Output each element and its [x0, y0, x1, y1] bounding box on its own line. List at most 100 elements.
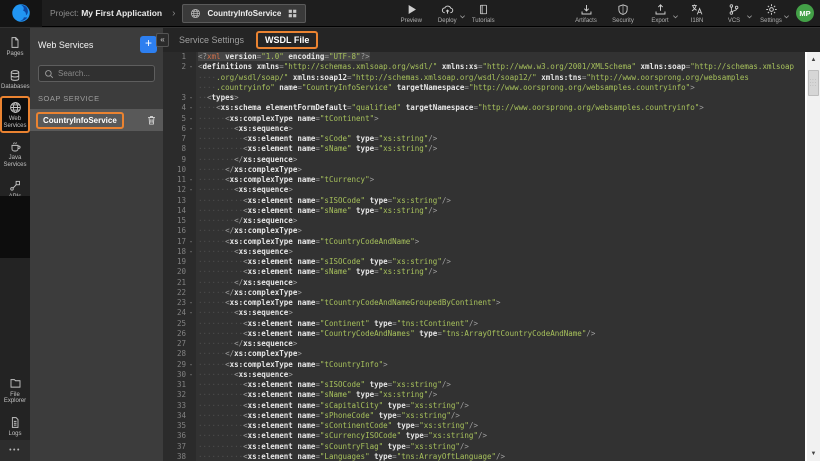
wsdl-code-editor[interactable]: 1<?xml version="1.0" encoding="UTF-8"?>2… — [163, 52, 807, 461]
sidebar-item-label: File Explorer — [1, 392, 29, 405]
code-row: ····.countryinfo" name="CountryInfoServi… — [163, 83, 807, 93]
sidebar-item-label: Web Services — [1, 116, 29, 129]
code-row: 11-······<xs:complexType name="tCurrency… — [163, 175, 807, 185]
fold-marker[interactable]: - — [186, 93, 196, 103]
deploy-icon — [440, 3, 455, 16]
editor-scrollbar[interactable]: ▲ ········· ▼ — [805, 52, 820, 461]
topbar-action-security[interactable]: Security — [606, 3, 640, 24]
service-list-item-countryinfoservice[interactable]: CountryInfoService — [30, 109, 163, 131]
fold-marker — [186, 339, 196, 349]
fold-marker[interactable]: - — [186, 62, 196, 72]
fold-marker — [186, 380, 196, 390]
sidebar-item-label: Databases — [1, 84, 29, 91]
sidebar-item-databases[interactable]: Databases — [1, 65, 29, 94]
nav-divider-block — [0, 196, 30, 258]
line-number: 38 — [163, 452, 186, 461]
api-icon — [9, 179, 21, 192]
topbar-action-vcs[interactable]: VCS — [717, 3, 751, 24]
line-number: 17 — [163, 237, 186, 247]
fold-marker[interactable]: - — [186, 175, 196, 185]
delete-service-icon[interactable] — [146, 114, 157, 126]
sidebar-item-logs[interactable]: Logs — [1, 412, 29, 441]
fold-marker[interactable]: - — [186, 247, 196, 257]
code-row: 25··········<xs:element name="Continent"… — [163, 319, 807, 329]
code-row: 29-······<xs:complexType name="tCountryI… — [163, 360, 807, 370]
code-row: 8··········<xs:element name="sName" type… — [163, 144, 807, 154]
fold-marker[interactable]: - — [186, 237, 196, 247]
code-row: 18-········<xs:sequence> — [163, 247, 807, 257]
globe-icon — [190, 8, 201, 19]
fold-marker — [186, 134, 196, 144]
line-number: 14 — [163, 206, 186, 216]
fold-marker — [186, 288, 196, 298]
action-label: Security — [612, 18, 634, 24]
fold-marker — [186, 73, 196, 83]
collapse-sidebar-button[interactable]: « — [156, 33, 169, 47]
sidebar-item-label: Java Services — [1, 155, 29, 168]
chevron-down-icon — [746, 7, 753, 25]
fold-marker — [186, 52, 196, 62]
topbar-action-artifacts[interactable]: Artifacts — [569, 3, 603, 24]
line-number: 15 — [163, 216, 186, 226]
nav-more-button[interactable]: ••• — [0, 440, 30, 461]
sidebar-item-file-explorer[interactable]: File Explorer — [1, 373, 29, 408]
user-avatar[interactable]: MP — [796, 4, 814, 22]
fold-marker[interactable]: - — [186, 103, 196, 113]
action-label: Preview — [401, 18, 422, 24]
fold-marker[interactable]: - — [186, 370, 196, 380]
fold-marker — [186, 83, 196, 93]
grid-menu-icon[interactable] — [287, 8, 298, 19]
brand-logo-icon — [11, 3, 31, 23]
globe-icon — [9, 101, 22, 114]
fold-marker — [186, 390, 196, 400]
fold-marker[interactable]: - — [186, 298, 196, 308]
code-row: 10······</xs:complexType> — [163, 165, 807, 175]
fold-marker[interactable]: - — [186, 124, 196, 134]
i18n-icon — [690, 3, 704, 16]
open-tab-countryinfoservice[interactable]: CountryInfoService — [182, 4, 306, 23]
topbar-action-settings[interactable]: Settings — [754, 3, 788, 24]
app-logo[interactable] — [0, 0, 42, 27]
topbar-action-i18n[interactable]: I18N — [680, 3, 714, 24]
code-row: 22······</xs:complexType> — [163, 288, 807, 298]
sidebar-item-web-services[interactable]: Web Services — [1, 97, 29, 132]
sidebar-item-pages[interactable]: Pages — [1, 32, 29, 61]
scroll-down-arrow-icon[interactable]: ▼ — [807, 447, 820, 460]
sidebar-item-java-services[interactable]: Java Services — [1, 136, 29, 171]
code-rows: 1<?xml version="1.0" encoding="UTF-8"?>2… — [163, 52, 807, 461]
line-number: 12 — [163, 185, 186, 195]
fold-marker — [186, 349, 196, 359]
topbar-action-tutorials[interactable]: Tutorials — [466, 3, 500, 24]
add-service-button[interactable]: + — [140, 36, 157, 53]
scroll-up-arrow-icon[interactable]: ▲ — [807, 53, 820, 66]
line-number: 7 — [163, 134, 186, 144]
fold-marker — [186, 155, 196, 165]
search-icon — [44, 69, 54, 79]
code-row: 24-········<xs:sequence> — [163, 308, 807, 318]
topbar-action-preview[interactable]: Preview — [394, 3, 428, 24]
tab-wsdl-file[interactable]: WSDL File — [256, 31, 318, 49]
fold-marker — [186, 196, 196, 206]
section-label-soap-service: SOAP SERVICE — [38, 94, 155, 103]
tab-service-settings[interactable]: Service Settings — [179, 35, 244, 45]
code-row: 16······</xs:complexType> — [163, 226, 807, 236]
service-name[interactable]: CountryInfoService — [36, 112, 124, 129]
topbar-action-export[interactable]: Export — [643, 3, 677, 24]
line-number: 25 — [163, 319, 186, 329]
export-icon — [654, 3, 667, 16]
scrollbar-thumb[interactable]: ········· — [808, 70, 819, 96]
search-input[interactable] — [58, 69, 148, 78]
fold-marker — [186, 411, 196, 421]
line-number: 2 — [163, 62, 186, 72]
code-row: 34··········<xs:element name="sPhoneCode… — [163, 411, 807, 421]
line-number: 37 — [163, 442, 186, 452]
tutorials-icon — [478, 3, 489, 16]
fold-marker[interactable]: - — [186, 308, 196, 318]
fold-marker[interactable]: - — [186, 360, 196, 370]
code-row: 15········</xs:sequence> — [163, 216, 807, 226]
service-search-box[interactable] — [38, 65, 155, 82]
code-row: 21········</xs:sequence> — [163, 278, 807, 288]
fold-marker[interactable]: - — [186, 185, 196, 195]
fold-marker[interactable]: - — [186, 114, 196, 124]
topbar-action-deploy[interactable]: Deploy — [430, 3, 464, 24]
